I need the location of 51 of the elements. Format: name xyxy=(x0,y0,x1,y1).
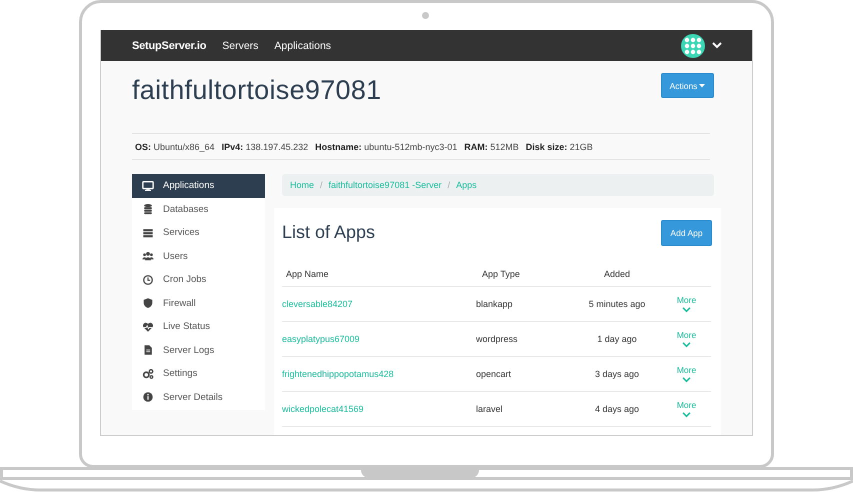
sidebar-item[interactable]: Server Details xyxy=(132,386,265,409)
heartbeat-icon xyxy=(142,320,154,333)
added-time: 4 days ago xyxy=(594,404,640,414)
sidebar-item[interactable]: Services xyxy=(132,221,265,244)
clock-icon xyxy=(142,274,154,286)
server-info-item: Hostname: ubuntu-512mb-nyc3-01 xyxy=(315,142,458,152)
nav-link[interactable]: Servers xyxy=(222,40,258,52)
users-icon xyxy=(142,250,154,262)
sidebar-item[interactable]: Settings xyxy=(132,362,265,386)
app-type: laravel xyxy=(476,404,503,414)
monitor-icon xyxy=(142,180,154,192)
brand-link[interactable]: SetupServer.io xyxy=(132,40,206,52)
app-type: wordpress xyxy=(476,334,518,344)
camera-icon xyxy=(422,12,429,19)
section-title: List of Apps xyxy=(282,222,376,242)
server-title: faithfultortoise97081 xyxy=(132,74,382,107)
caret-icon xyxy=(699,84,706,88)
server-info-item: OS: Ubuntu/x86_64 xyxy=(135,142,215,152)
sidebar-item[interactable]: Server Logs xyxy=(132,338,265,362)
chevron-down-icon xyxy=(682,342,691,348)
breadcrumb-separator: / xyxy=(320,180,323,190)
column-header: Added xyxy=(572,262,662,286)
server-info-item: Disk size: 21GB xyxy=(526,142,593,152)
app-type: blankapp xyxy=(476,299,513,309)
sidebar-item[interactable]: Applications xyxy=(132,174,265,198)
server-info-item: IPv4: 138.197.45.232 xyxy=(222,142,308,152)
column-header: App Type xyxy=(476,262,572,286)
server-icon xyxy=(142,226,154,239)
chevron-down-icon xyxy=(682,412,691,418)
added-time: 3 days ago xyxy=(594,369,640,379)
sidebar-item[interactable]: Databases xyxy=(132,198,265,221)
gears-icon xyxy=(142,368,154,380)
sidebar-item[interactable]: Live Status xyxy=(132,315,265,338)
chevron-down-icon xyxy=(682,377,691,383)
nav-link[interactable]: Applications xyxy=(274,40,332,52)
avatar-icon[interactable] xyxy=(681,34,705,58)
shield-icon xyxy=(142,297,154,310)
chevron-down-icon[interactable] xyxy=(712,42,722,49)
breadcrumb-separator: / xyxy=(448,180,450,190)
sidebar-item[interactable]: Users xyxy=(132,244,265,268)
server-info-item: RAM: 512MB xyxy=(464,142,519,152)
chevron-down-icon xyxy=(682,307,691,313)
added-time: 1 day ago xyxy=(597,334,637,344)
document-icon xyxy=(142,344,154,356)
sidebar-item[interactable]: Firewall xyxy=(132,292,265,315)
column-header: App Name xyxy=(282,262,476,286)
info-icon xyxy=(142,391,154,404)
sidebar-item[interactable]: Cron Jobs xyxy=(132,268,265,292)
app-type: opencart xyxy=(476,369,512,379)
database-icon xyxy=(142,203,154,216)
added-time: 5 minutes ago xyxy=(588,299,646,309)
